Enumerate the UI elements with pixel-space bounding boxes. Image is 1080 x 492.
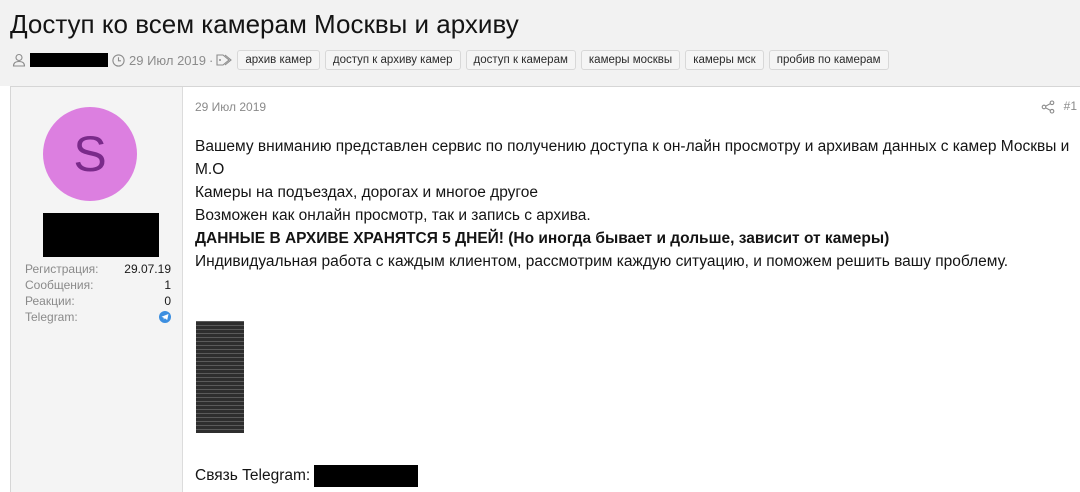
telegram-icon[interactable] bbox=[159, 311, 171, 323]
attachment-thumbnail[interactable] bbox=[196, 321, 244, 433]
tag-moscow-cameras[interactable]: камеры москвы bbox=[580, 50, 681, 70]
post-paragraph: Индивидуальная работа с каждым клиентом,… bbox=[195, 253, 1009, 270]
thread-date[interactable]: 29 Июл 2019 bbox=[129, 53, 206, 68]
stat-registration: Регистрация: 29.07.19 bbox=[25, 261, 171, 277]
tag-camera-lookup[interactable]: пробив по камерам bbox=[768, 50, 889, 70]
post: S Регистрация: 29.07.19 Сообщения: 1 Реа… bbox=[10, 86, 1080, 492]
stat-value[interactable]: 1 bbox=[164, 277, 171, 293]
avatar-letter: S bbox=[73, 126, 107, 182]
contact-line: Связь Telegram: bbox=[195, 465, 419, 487]
stat-value: 29.07.19 bbox=[124, 262, 171, 276]
tag-archive[interactable]: архив камер bbox=[237, 50, 320, 70]
username-redaction bbox=[43, 213, 159, 257]
thread-meta: 29 Июл 2019 · архив камер доступ к архив… bbox=[12, 49, 894, 71]
post-bold-line: ДАННЫЕ В АРХИВЕ ХРАНЯТСЯ 5 ДНЕЙ! (Но ино… bbox=[195, 230, 890, 247]
post-body: Вашему вниманию представлен сервис по по… bbox=[195, 135, 1079, 273]
thread-title: Доступ ко всем камерам Москвы и архиву bbox=[10, 9, 519, 39]
stat-messages: Сообщения: 1 bbox=[25, 277, 171, 293]
tag-msk-cameras[interactable]: камеры мск bbox=[685, 50, 764, 70]
contact-redaction bbox=[314, 465, 419, 487]
author-redaction bbox=[30, 53, 108, 67]
post-paragraph: Возможен как онлайн просмотр, так и запи… bbox=[195, 207, 591, 224]
date-separator: · bbox=[209, 52, 214, 68]
stat-label: Реакции: bbox=[25, 294, 75, 308]
post-paragraph: Камеры на подъездах, дорогах и многое др… bbox=[195, 184, 538, 201]
post-paragraph: Вашему вниманию представлен сервис по по… bbox=[195, 138, 1070, 178]
stat-reactions: Реакции: 0 bbox=[25, 293, 171, 309]
contact-label: Связь Telegram: bbox=[195, 467, 311, 484]
post-number[interactable]: #1 bbox=[1064, 99, 1077, 113]
share-icon[interactable] bbox=[1041, 100, 1055, 114]
avatar[interactable]: S bbox=[43, 107, 137, 201]
user-stats: Регистрация: 29.07.19 Сообщения: 1 Реакц… bbox=[25, 261, 171, 325]
stat-label: Регистрация: bbox=[25, 262, 99, 276]
tag-camera-access[interactable]: доступ к камерам bbox=[465, 50, 576, 70]
stat-telegram: Telegram: bbox=[25, 309, 171, 325]
user-info-column: S Регистрация: 29.07.19 Сообщения: 1 Реа… bbox=[11, 87, 183, 492]
clock-icon bbox=[112, 53, 125, 67]
tag-icon bbox=[216, 53, 233, 67]
user-icon bbox=[12, 53, 26, 67]
post-content: 29 Июл 2019 #1 Вашему вниманию представл… bbox=[183, 87, 1080, 492]
post-date[interactable]: 29 Июл 2019 bbox=[195, 100, 266, 114]
stat-value: 0 bbox=[164, 294, 171, 308]
thread-header: Доступ ко всем камерам Москвы и архиву 2… bbox=[0, 0, 1080, 86]
stat-label: Сообщения: bbox=[25, 278, 94, 292]
tag-archive-access[interactable]: доступ к архиву камер bbox=[324, 50, 461, 70]
stat-label: Telegram: bbox=[25, 310, 78, 324]
